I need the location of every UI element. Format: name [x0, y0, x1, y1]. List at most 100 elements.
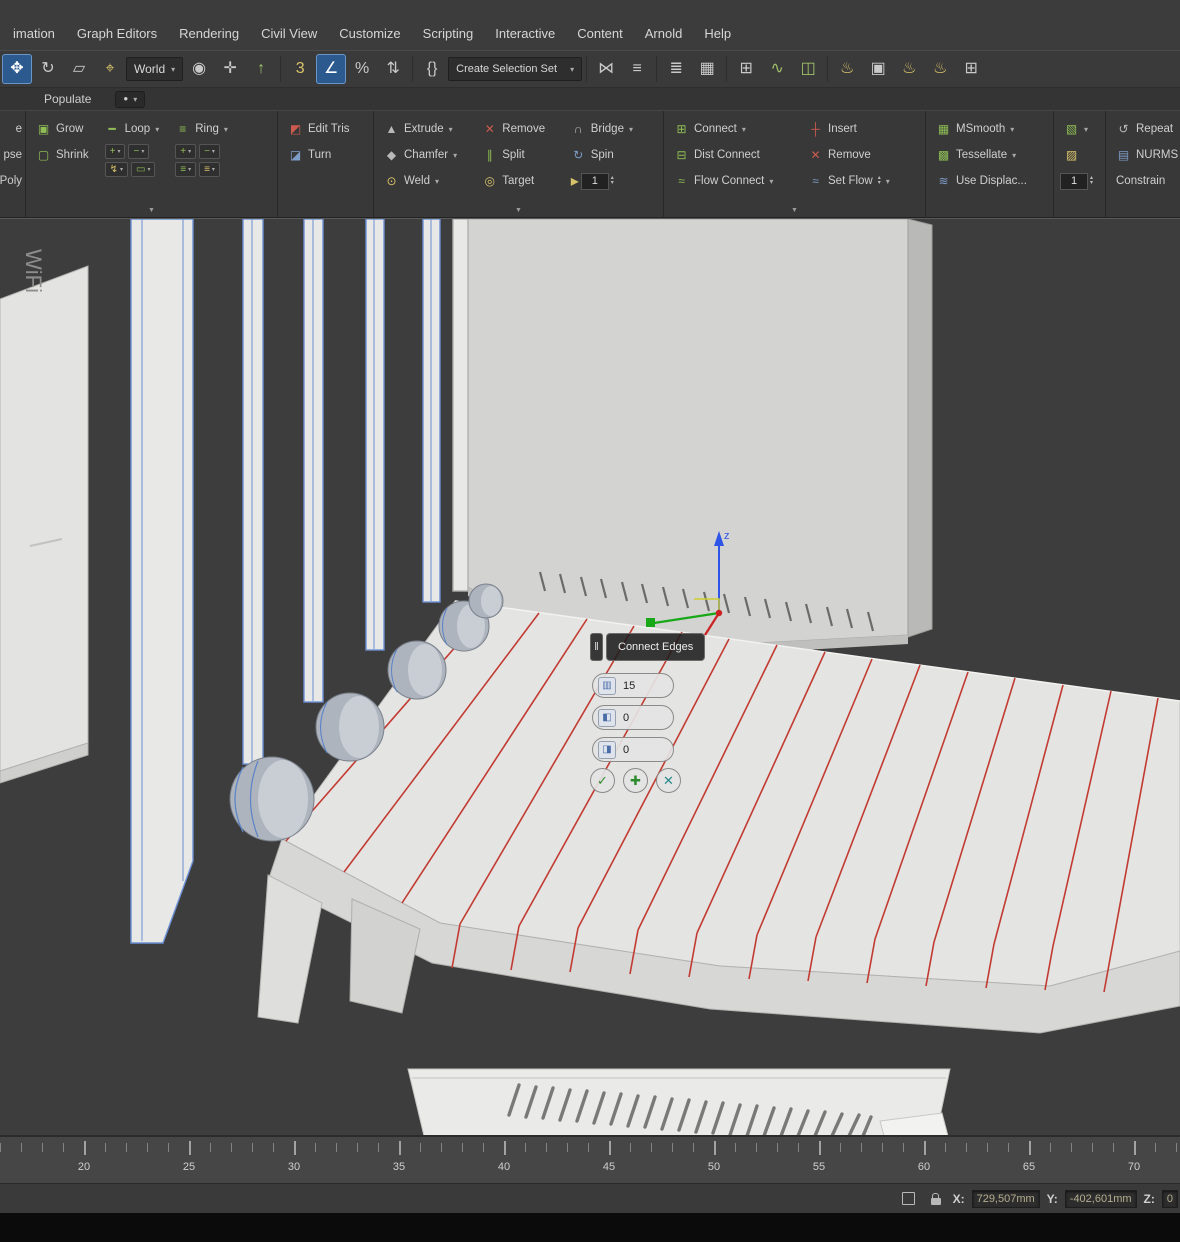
- named-selection-set-dropdown[interactable]: Create Selection Set ▾: [448, 57, 583, 81]
- menu-civil-view[interactable]: Civil View: [250, 21, 328, 46]
- nurms-button[interactable]: ▤ NURMS: [1112, 142, 1180, 168]
- flow-connect-button[interactable]: ≈ Flow Connect ▾: [670, 168, 796, 194]
- axis-constraint-button[interactable]: ✛: [215, 54, 245, 84]
- dist-connect-button[interactable]: ⊟ Dist Connect: [670, 142, 796, 168]
- rendered-frame-window-button[interactable]: ▣: [863, 54, 893, 84]
- snaps-toggle-button[interactable]: 3: [285, 54, 315, 84]
- layer-manager-button[interactable]: ≣: [661, 54, 691, 84]
- select-manipulate-button[interactable]: ↑: [246, 54, 276, 84]
- segments-field[interactable]: ▥ 15: [592, 673, 674, 698]
- transform-type-in-button[interactable]: [899, 1189, 919, 1209]
- extrude-button[interactable]: ▲ Extrude ▾: [380, 116, 470, 142]
- menu-help[interactable]: Help: [693, 21, 742, 46]
- select-move-button[interactable]: ✥: [2, 54, 32, 84]
- render-setup-button[interactable]: ♨: [832, 54, 862, 84]
- rotate-button[interactable]: ↻: [33, 54, 63, 84]
- repeat-button[interactable]: ↺ Repeat: [1112, 116, 1180, 142]
- menu-customize[interactable]: Customize: [328, 21, 411, 46]
- render-iterative-button[interactable]: ♨: [925, 54, 955, 84]
- edit-tris-button[interactable]: ◩ Edit Tris: [284, 116, 354, 142]
- z-coordinate-field[interactable]: 0: [1161, 1189, 1178, 1208]
- clipped-button-label[interactable]: pse: [3, 142, 22, 168]
- spinner-arrows[interactable]: ▴ ▾: [611, 175, 614, 186]
- clipped-button-label[interactable]: Poly: [0, 168, 22, 194]
- ring-shrink-button[interactable]: − ▾: [199, 144, 220, 159]
- spin-button[interactable]: ↻ Spin: [567, 142, 657, 168]
- segments-value[interactable]: 15: [623, 680, 635, 692]
- panel-expand-arrow[interactable]: ▼: [664, 204, 925, 217]
- clipped-button-label[interactable]: e: [16, 116, 22, 142]
- render-production-button[interactable]: ♨: [894, 54, 924, 84]
- split-button[interactable]: ∥ Split: [478, 142, 558, 168]
- loop-button[interactable]: ━ Loop ▾: [101, 116, 164, 142]
- menu-content[interactable]: Content: [566, 21, 634, 46]
- weld-threshold-spinner[interactable]: ▸ 1 ▴ ▾: [571, 171, 657, 191]
- select-placement-button[interactable]: ⌖: [95, 54, 125, 84]
- render-in-cloud-button[interactable]: ⊞: [956, 54, 986, 84]
- panel-expand-arrow[interactable]: ▼: [26, 204, 277, 217]
- menu-animation[interactable]: imation: [2, 21, 66, 46]
- menu-graph-editors[interactable]: Graph Editors: [66, 21, 168, 46]
- ribbon-toggle-button[interactable]: ⊞: [731, 54, 761, 84]
- use-displacement-button[interactable]: ≋ Use Displac...: [932, 168, 1031, 194]
- shrink-button[interactable]: ▢ Shrink: [32, 142, 93, 168]
- menu-rendering[interactable]: Rendering: [168, 21, 250, 46]
- pinch-value[interactable]: 0: [623, 712, 629, 724]
- set-flow-button[interactable]: ≈ Set Flow ▴ ▾ ▾: [804, 168, 914, 194]
- y-coordinate-field[interactable]: -402,601mm: [1064, 1189, 1137, 1208]
- slide-value[interactable]: 0: [623, 744, 629, 756]
- grow-button[interactable]: ▣ Grow: [32, 116, 93, 142]
- cancel-button[interactable]: ✕: [656, 768, 681, 793]
- iterations-spinner[interactable]: 1 ▴ ▾: [1060, 171, 1093, 191]
- caddy-drag-handle[interactable]: ‖: [590, 633, 603, 661]
- schematic-view-button[interactable]: ◫: [793, 54, 823, 84]
- apply-and-continue-button[interactable]: ✚: [623, 768, 648, 793]
- bridge-button[interactable]: ∩ Bridge ▾: [567, 116, 657, 142]
- smooth-option-button[interactable]: ▧ ▾: [1060, 116, 1093, 142]
- connect-button[interactable]: ⊞ Connect ▾: [670, 116, 796, 142]
- percent-snap-button[interactable]: %: [347, 54, 377, 84]
- chamfer-button[interactable]: ◆ Chamfer ▾: [380, 142, 470, 168]
- menu-interactive[interactable]: Interactive: [484, 21, 566, 46]
- pinch-field[interactable]: ◧ 0: [592, 705, 674, 730]
- loop-shrink-button[interactable]: − ▾: [128, 144, 150, 159]
- smooth-option2-button[interactable]: ▨: [1060, 142, 1093, 168]
- ring-mode-button[interactable]: ≡ ▾: [175, 162, 197, 177]
- snaps-mode-button[interactable]: ∠: [316, 54, 347, 84]
- ribbon-config-button[interactable]: ● ▾: [115, 90, 146, 108]
- turn-button[interactable]: ◪ Turn: [284, 142, 354, 168]
- set-flow-spinner[interactable]: ▴ ▾: [878, 175, 881, 186]
- remove-button[interactable]: ✕ Remove: [478, 116, 558, 142]
- loop-mode-button[interactable]: ↯ ▾: [104, 162, 129, 177]
- ring-grow-button[interactable]: + ▾: [175, 144, 197, 159]
- align-button[interactable]: ≡: [622, 54, 652, 84]
- loop-grow-button[interactable]: + ▾: [104, 144, 126, 159]
- menu-arnold[interactable]: Arnold: [634, 21, 694, 46]
- use-pivot-center-button[interactable]: ◉: [184, 54, 214, 84]
- tessellate-button[interactable]: ▩ Tessellate ▾: [932, 142, 1031, 168]
- panel-expand-arrow[interactable]: ▼: [374, 204, 663, 217]
- insert-button[interactable]: ┼ Insert: [804, 116, 914, 142]
- x-coordinate-field[interactable]: 729,507mm: [971, 1189, 1040, 1208]
- remove-loop-button[interactable]: ✕ Remove: [804, 142, 914, 168]
- perspective-viewport[interactable]: WiFi z ‖ Connect Edges ▥ 15 ◧ 0 ◨ 0 ✓ ✚ …: [0, 218, 1180, 1135]
- timeline-ruler[interactable]: 20 25 30 35 40 45 50 55 60 65 70: [0, 1135, 1180, 1183]
- constrain-button[interactable]: Constrain: [1112, 168, 1180, 194]
- scale-button[interactable]: ▱: [64, 54, 94, 84]
- weld-button[interactable]: ⊙ Weld ▾: [380, 168, 470, 194]
- mirror-button[interactable]: ⋈: [591, 54, 621, 84]
- target-weld-button[interactable]: ◎ Target: [478, 168, 558, 194]
- spinner-value[interactable]: 1: [580, 172, 609, 190]
- spinner-snap-button[interactable]: ⇅: [378, 54, 408, 84]
- reference-coordinate-dropdown[interactable]: World ▾: [126, 57, 184, 81]
- loop-options-button[interactable]: ▭ ▾: [131, 162, 156, 177]
- iterations-value[interactable]: 1: [1060, 172, 1088, 190]
- msmooth-button[interactable]: ▦ MSmooth ▾: [932, 116, 1031, 142]
- curve-editor-button[interactable]: ∿: [762, 54, 792, 84]
- tab-populate[interactable]: Populate: [44, 92, 91, 106]
- slide-field[interactable]: ◨ 0: [592, 737, 674, 762]
- ring-options-button[interactable]: ≡ ▾: [199, 162, 220, 177]
- menu-scripting[interactable]: Scripting: [412, 21, 485, 46]
- selection-lock-toggle[interactable]: [926, 1189, 946, 1209]
- edit-named-selections-button[interactable]: {}: [417, 54, 447, 84]
